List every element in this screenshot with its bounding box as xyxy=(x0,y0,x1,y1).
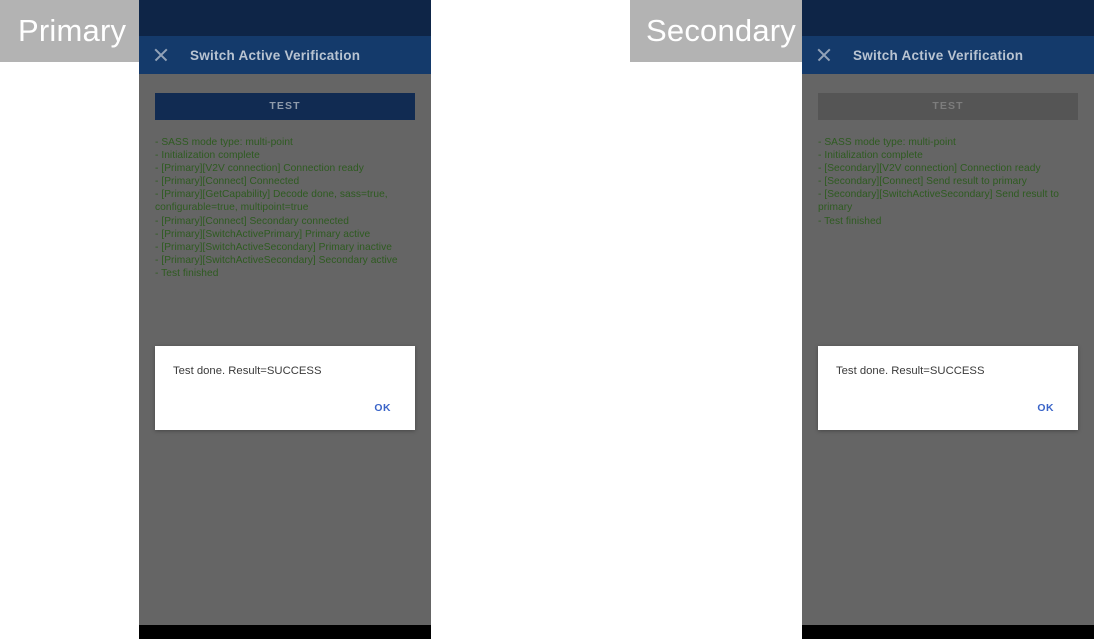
log-line: [Primary][Connect] Connected xyxy=(155,175,415,188)
log-line: [Primary][SwitchActiveSecondary] Seconda… xyxy=(155,254,415,267)
close-icon[interactable] xyxy=(816,47,832,63)
status-bar xyxy=(139,0,431,36)
navigation-bar xyxy=(802,625,1094,639)
dialog-ok-button[interactable]: OK xyxy=(1035,399,1056,418)
dialog-message: Test done. Result=SUCCESS xyxy=(173,365,322,377)
app-bar: Switch Active Verification xyxy=(139,36,431,74)
log-line: Initialization complete xyxy=(818,149,1078,162)
screen-content: TEST SASS mode type: multi-pointInitiali… xyxy=(802,74,1094,605)
dialog-actions: OK xyxy=(1035,398,1078,430)
phone-screen-secondary: Switch Active Verification TEST SASS mod… xyxy=(802,0,1094,639)
log-line: Initialization complete xyxy=(155,149,415,162)
navigation-bar xyxy=(139,625,431,639)
screen-content: TEST SASS mode type: multi-pointInitiali… xyxy=(139,74,431,605)
log-line: [Primary][SwitchActiveSecondary] Primary… xyxy=(155,241,415,254)
test-log: SASS mode type: multi-pointInitializatio… xyxy=(155,136,415,280)
close-icon[interactable] xyxy=(153,47,169,63)
phone-screen-primary: Switch Active Verification TEST SASS mod… xyxy=(139,0,431,639)
log-line: [Secondary][Connect] Send result to prim… xyxy=(818,175,1078,188)
dialog-actions: OK xyxy=(372,398,415,430)
result-dialog: Test done. Result=SUCCESS OK xyxy=(155,346,415,430)
role-badge-primary: Primary xyxy=(0,0,139,62)
app-bar-title: Switch Active Verification xyxy=(190,47,361,63)
log-line: [Secondary][SwitchActiveSecondary] Send … xyxy=(818,188,1078,214)
status-bar xyxy=(802,0,1094,36)
log-line: [Primary][V2V connection] Connection rea… xyxy=(155,162,415,175)
dialog-ok-button[interactable]: OK xyxy=(372,399,393,418)
log-line: [Primary][SwitchActivePrimary] Primary a… xyxy=(155,228,415,241)
log-line: [Primary][Connect] Secondary connected xyxy=(155,215,415,228)
dialog-message: Test done. Result=SUCCESS xyxy=(836,365,985,377)
app-bar-title: Switch Active Verification xyxy=(853,47,1024,63)
test-button[interactable]: TEST xyxy=(155,93,415,120)
role-badge-secondary: Secondary xyxy=(630,0,802,62)
test-log: SASS mode type: multi-pointInitializatio… xyxy=(818,136,1078,228)
app-bar: Switch Active Verification xyxy=(802,36,1094,74)
log-line: [Secondary][V2V connection] Connection r… xyxy=(818,162,1078,175)
log-line: SASS mode type: multi-point xyxy=(818,136,1078,149)
log-line: Test finished xyxy=(818,215,1078,228)
test-button[interactable]: TEST xyxy=(818,93,1078,120)
log-line: SASS mode type: multi-point xyxy=(155,136,415,149)
log-line: Test finished xyxy=(155,267,415,280)
result-dialog: Test done. Result=SUCCESS OK xyxy=(818,346,1078,430)
log-line: [Primary][GetCapability] Decode done, sa… xyxy=(155,188,415,214)
